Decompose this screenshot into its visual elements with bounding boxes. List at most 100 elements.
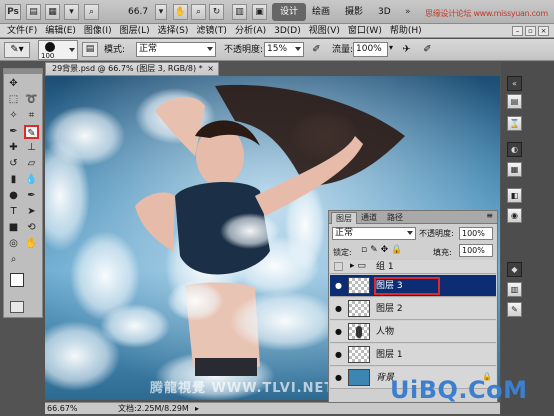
swatches-panel-icon[interactable]: ▦ <box>507 162 522 177</box>
eye-icon[interactable]: ● <box>334 327 343 336</box>
flow-dropdown-icon[interactable]: ▾ <box>389 43 393 52</box>
adjustments-panel-icon[interactable]: ◧ <box>507 188 522 203</box>
menu-edit[interactable]: 编辑(E) <box>41 24 80 38</box>
menu-select[interactable]: 选择(S) <box>154 24 193 38</box>
type-tool-icon[interactable]: T <box>6 205 21 219</box>
workspace-more-icon[interactable]: » <box>405 7 411 17</box>
layer-row-figure[interactable]: ● 人物 <box>330 321 496 343</box>
history-brush-tool-icon[interactable]: ↺ <box>6 157 21 171</box>
zoom-dropdown-icon[interactable]: ⌕ <box>84 4 99 20</box>
eraser-tool-icon[interactable]: ▱ <box>24 157 39 171</box>
brush-preset-picker[interactable]: 100 <box>38 40 78 60</box>
group-expand-icon[interactable]: ▸ ▭ <box>350 261 366 271</box>
panel-menu-icon[interactable]: ≡ <box>486 211 493 220</box>
tab-layers[interactable]: 图层 <box>331 212 357 224</box>
mini-bridge-panel-icon[interactable]: ▤ <box>507 94 522 109</box>
workspace-3d[interactable]: 3D <box>370 3 399 21</box>
shape-tool-icon[interactable]: ■ <box>6 221 21 235</box>
layers-panel-icon[interactable]: ◆ <box>507 262 522 277</box>
status-menu-icon[interactable]: ▸ <box>195 403 199 414</box>
fill-field[interactable]: 100% <box>459 244 493 257</box>
minimize-icon[interactable]: – <box>512 26 523 36</box>
zoom-level[interactable]: 66.7 <box>128 5 148 19</box>
clone-stamp-tool-icon[interactable]: ⊥ <box>24 141 39 155</box>
document-tab[interactable]: 29背景.psd @ 66.7% (图层 3, RGB/8) * × <box>45 62 219 76</box>
layer-row-group[interactable]: ▸ ▭ 组 1 <box>330 260 496 274</box>
mode-select[interactable]: 正常 <box>136 42 216 57</box>
paths-panel-icon[interactable]: ✎ <box>507 302 522 317</box>
healing-brush-tool-icon[interactable]: ✚ <box>6 141 21 155</box>
layer-row-layer1[interactable]: ● 图层 1 <box>330 344 496 366</box>
3d-orbit-tool-icon[interactable]: ◎ <box>6 237 21 251</box>
move-tool-icon[interactable]: ✥ <box>6 77 21 91</box>
color-panel-icon[interactable]: ◐ <box>507 142 522 157</box>
layer-opacity-field[interactable]: 100% <box>459 227 493 240</box>
workspace-photography[interactable]: 摄影 <box>337 3 371 21</box>
zoom-level-dropdown[interactable]: ▾ <box>155 4 167 20</box>
channels-panel-icon[interactable]: ▥ <box>507 282 522 297</box>
flow-field[interactable]: 100% <box>353 42 388 57</box>
masks-panel-icon[interactable]: ◉ <box>507 208 522 223</box>
eyedropper-tool-icon[interactable]: ✒ <box>6 125 21 139</box>
menu-view[interactable]: 视图(V) <box>305 24 344 38</box>
dock-collapse-icon[interactable]: « <box>507 76 522 91</box>
zoom-tool-box-icon[interactable]: ⌕ <box>6 253 21 267</box>
foreground-color-swatch[interactable] <box>10 273 24 287</box>
tab-paths[interactable]: 路径 <box>383 212 407 224</box>
quick-select-tool-icon[interactable]: ✧ <box>6 109 21 123</box>
tools-panel-header[interactable] <box>4 69 42 74</box>
blend-mode-select[interactable]: 正常 <box>332 227 416 240</box>
zoom-tool-icon[interactable]: ⌕ <box>191 4 206 20</box>
blur-tool-icon[interactable]: 💧 <box>24 173 39 187</box>
close-icon[interactable]: × <box>538 26 549 36</box>
menu-file[interactable]: 文件(F) <box>3 24 41 38</box>
rotate-view-icon[interactable]: ↻ <box>209 4 224 20</box>
workspace-painting[interactable]: 绘画 <box>304 3 338 21</box>
airbrush-icon[interactable]: ✈ <box>399 42 414 57</box>
history-panel-icon[interactable]: ⌛ <box>507 116 522 131</box>
menu-image[interactable]: 图像(I) <box>80 24 116 38</box>
eye-icon[interactable]: ● <box>334 304 343 313</box>
dodge-tool-icon[interactable]: ● <box>6 189 21 203</box>
hand-tool-box-icon[interactable]: ✋ <box>24 237 39 251</box>
screen-mode-icon[interactable]: ▣ <box>252 4 267 20</box>
layer-row-layer2[interactable]: ● 图层 2 <box>330 298 496 320</box>
workspace-design[interactable]: 设计 <box>272 3 307 21</box>
opacity-field[interactable]: 15% <box>264 42 304 57</box>
eye-icon[interactable]: ● <box>334 373 343 382</box>
document-tab-close-icon[interactable]: × <box>207 63 214 75</box>
brush-tool-icon[interactable]: ✎ <box>24 125 39 139</box>
mini-bridge-icon[interactable]: ▦ <box>45 4 60 20</box>
layer-row-layer3[interactable]: ● 图层 3 <box>330 275 496 297</box>
brush-panel-toggle-icon[interactable]: ▤ <box>82 42 98 57</box>
menu-analysis[interactable]: 分析(A) <box>231 24 270 38</box>
lasso-tool-icon[interactable]: ➰ <box>24 93 39 107</box>
right-panel-dock: « ▤ ⌛ ◐ ▦ ◧ ◉ ◆ ▥ ✎ <box>501 62 554 416</box>
eye-icon[interactable]: ● <box>334 350 343 359</box>
path-select-tool-icon[interactable]: ➤ <box>24 205 39 219</box>
arrange-documents-icon[interactable]: ▥ <box>232 4 247 20</box>
eye-icon[interactable]: ● <box>334 281 343 290</box>
crop-tool-icon[interactable]: ⌗ <box>24 109 39 123</box>
pen-tool-icon[interactable]: ✒ <box>24 189 39 203</box>
opacity-pressure-icon[interactable]: ✐ <box>309 42 324 57</box>
size-pressure-icon[interactable]: ✐ <box>420 42 435 57</box>
gradient-tool-icon[interactable]: ▮ <box>6 173 21 187</box>
menu-layer[interactable]: 图层(L) <box>116 24 154 38</box>
status-zoom[interactable]: 66.67% <box>47 403 78 414</box>
3d-rotate-tool-icon[interactable]: ⟲ <box>24 221 39 235</box>
menu-help[interactable]: 帮助(H) <box>386 24 426 38</box>
tab-channels[interactable]: 通道 <box>357 212 381 224</box>
menu-window[interactable]: 窗口(W) <box>344 24 386 38</box>
lock-icons[interactable]: ▫✎✥🔒 <box>361 245 405 255</box>
restore-icon[interactable]: ▫ <box>525 26 536 36</box>
menu-filter[interactable]: 滤镜(T) <box>192 24 231 38</box>
menu-3d[interactable]: 3D(D) <box>270 24 305 38</box>
quick-mask-icon[interactable] <box>10 301 24 313</box>
bridge-icon[interactable]: ▤ <box>26 4 41 20</box>
marquee-tool-icon[interactable]: ⬚ <box>6 93 21 107</box>
hand-tool-icon[interactable]: ✋ <box>173 4 188 20</box>
layer-visibility-toggle[interactable] <box>334 262 343 271</box>
tool-preset-picker[interactable]: ✎▾ <box>4 42 30 58</box>
extras-dropdown[interactable]: ▾ <box>64 4 79 20</box>
